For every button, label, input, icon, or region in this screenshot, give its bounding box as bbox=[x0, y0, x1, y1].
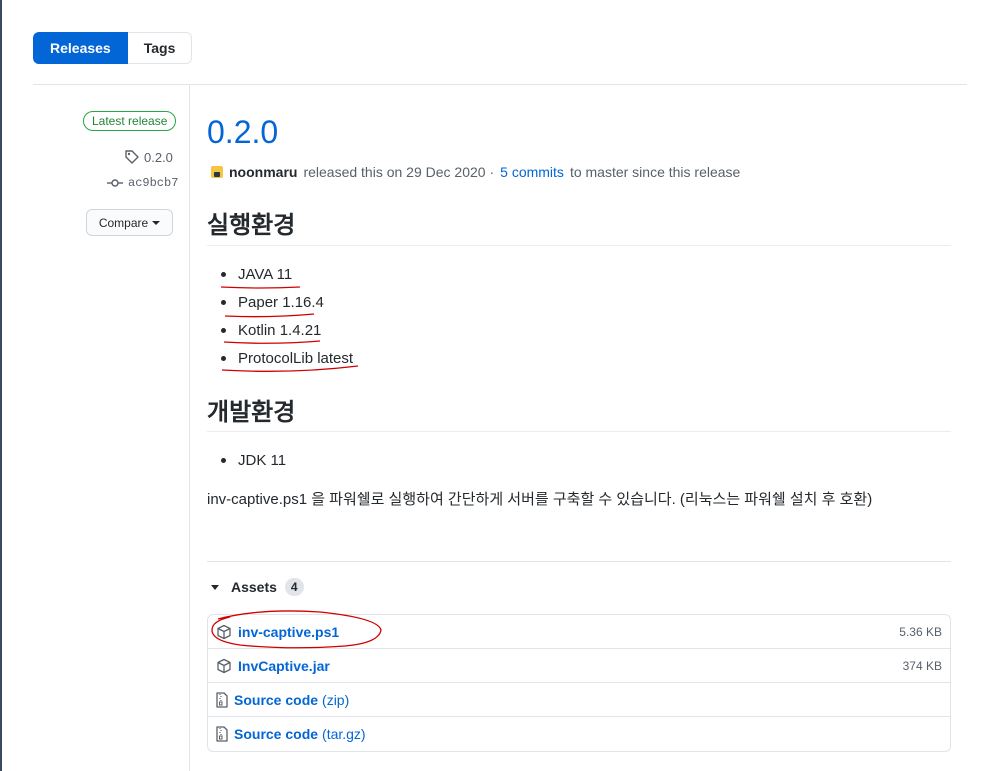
file-zip-icon bbox=[216, 726, 228, 742]
window-edge bbox=[0, 0, 2, 771]
released-text: released this on 29 Dec 2020 · bbox=[303, 164, 495, 180]
column-divider bbox=[189, 85, 190, 771]
commit-link[interactable]: ac9bcb7 bbox=[107, 176, 178, 190]
asset-name: Source code bbox=[234, 691, 319, 708]
heading-rule bbox=[207, 245, 951, 246]
latest-release-badge: Latest release bbox=[83, 111, 177, 131]
commits-link[interactable]: 5 commits bbox=[500, 164, 564, 180]
tab-releases[interactable]: Releases bbox=[33, 32, 128, 64]
avatar[interactable] bbox=[211, 166, 223, 178]
asset-link[interactable]: inv-captive.ps1 bbox=[238, 624, 339, 640]
package-icon bbox=[217, 658, 231, 673]
dev-list: JDK 11 bbox=[221, 446, 286, 474]
commit-icon bbox=[107, 179, 123, 187]
asset-link[interactable]: InvCaptive.jar bbox=[238, 658, 330, 674]
source-code-targz-link[interactable]: Source code bbox=[234, 726, 318, 742]
compare-label: Compare bbox=[98, 215, 149, 230]
list-item: JAVA 11 bbox=[221, 260, 353, 288]
asset-row: Source code (tar.gz) bbox=[208, 717, 950, 751]
description-paragraph: inv-captive.ps1 을 파워쉘로 실행하여 간단하게 서버를 구축할… bbox=[207, 491, 873, 508]
assets-toggle[interactable]: Assets 4 bbox=[211, 578, 304, 596]
compare-button[interactable]: Compare bbox=[86, 209, 173, 236]
tag-link[interactable]: 0.2.0 bbox=[124, 149, 173, 165]
tag-name: 0.2.0 bbox=[144, 149, 173, 165]
since-text: to master since this release bbox=[569, 164, 741, 180]
file-zip-icon bbox=[216, 691, 228, 708]
asset-size: 374 KB bbox=[902, 658, 942, 673]
assets-list: inv-captive.ps1 5.36 KB InvCaptive.jar 3… bbox=[207, 614, 951, 752]
package-icon bbox=[217, 624, 231, 639]
author-link[interactable]: noonmaru bbox=[229, 164, 297, 180]
triangle-down-icon bbox=[211, 584, 219, 590]
assets-count: 4 bbox=[284, 578, 304, 596]
divider bbox=[33, 84, 967, 85]
asset-row: InvCaptive.jar 374 KB bbox=[208, 649, 950, 683]
heading-dev: 개발환경 bbox=[207, 399, 296, 426]
list-item: ProtocolLib latest bbox=[221, 344, 353, 372]
source-code-zip-link[interactable]: Source code bbox=[234, 692, 318, 708]
assets-label: Assets bbox=[231, 579, 277, 595]
asset-row: inv-captive.ps1 5.36 KB bbox=[208, 615, 950, 649]
asset-row: Source code (zip) bbox=[208, 683, 950, 717]
release-title[interactable]: 0.2.0 bbox=[207, 114, 278, 151]
list-item: JDK 11 bbox=[221, 446, 286, 474]
release-tabs: Releases Tags bbox=[33, 32, 193, 64]
asset-name: Source code bbox=[234, 726, 319, 742]
asset-ext[interactable]: (zip) bbox=[322, 692, 349, 708]
asset-size: 5.36 KB bbox=[899, 624, 942, 639]
tab-tags[interactable]: Tags bbox=[127, 32, 193, 64]
list-item: Kotlin 1.4.21 bbox=[221, 316, 353, 344]
commit-hash: ac9bcb7 bbox=[128, 176, 179, 190]
caret-down-icon bbox=[152, 220, 161, 225]
tag-icon bbox=[125, 150, 139, 164]
heading-rule bbox=[207, 431, 951, 432]
asset-ext[interactable]: (tar.gz) bbox=[322, 726, 366, 742]
list-item: Paper 1.16.4 bbox=[221, 288, 353, 316]
release-meta: noonmaru released this on 29 Dec 2020 · … bbox=[211, 164, 740, 180]
heading-runtime: 실행환경 bbox=[207, 212, 296, 239]
runtime-list: JAVA 11 Paper 1.16.4 Kotlin 1.4.21 Proto… bbox=[221, 260, 353, 372]
divider bbox=[207, 561, 951, 562]
